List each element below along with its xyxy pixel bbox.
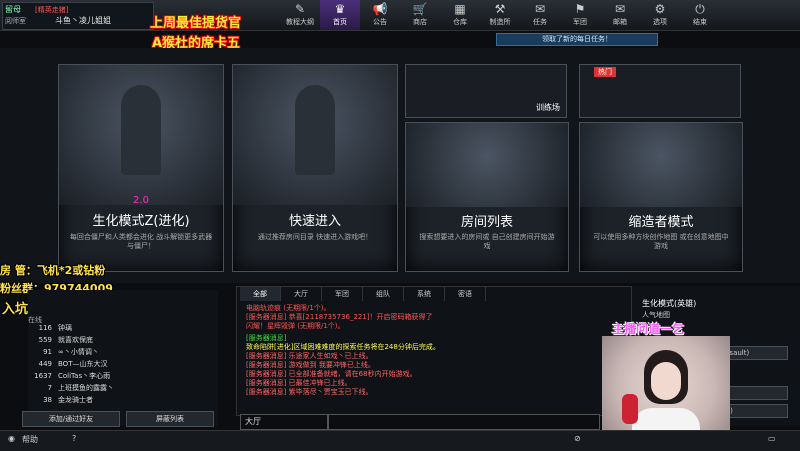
nav-home[interactable]: ♛ 首页 [320,0,360,30]
card-hot-map[interactable]: 热门 [579,64,741,118]
overlay-line1: 上周最佳提货官 [150,16,242,31]
friend-row[interactable]: 7 上班摸鱼的露露丶 [28,382,114,394]
compass-icon[interactable]: ⊘ [574,434,581,443]
card-title: 房间列表 [460,215,513,230]
chat-input[interactable] [328,414,600,430]
card-title: 缩造者模式 [628,215,694,230]
card-zombie-mode[interactable]: 2.0 生化模式Z(进化) 每回合僵尸和人类都会进化 战斗解锁更多武器与僵尸！ [58,64,224,272]
zombie-art [59,65,223,205]
tab-all[interactable]: 全部 [240,287,281,301]
add-friend-button[interactable]: 添加/通过好友 [22,411,120,427]
tab-system[interactable]: 系统 [404,287,445,301]
creator-art [580,123,742,207]
task-icon: ✉ [534,2,546,16]
main-nav: ✎ 教程大纲 ♛ 首页 📢 公告 🛒 商店 ▦ 仓库 ⚒ 制造所 ✉ 任务 ⚑ 军团 ✉ 邮箱 ⚙… [280,0,720,30]
nav-exit[interactable]: ⏻ 结束 [680,0,720,30]
card-title: 快速进入 [288,214,341,229]
player-name: 斗鱼丶凌儿姐姐 [55,16,111,25]
chat-tabs: 全部 大厅 军团 组队 系统 密语 [240,287,486,301]
shop-icon: 🛒 [412,2,428,16]
tab-whisper[interactable]: 密语 [445,287,486,301]
top-bar: 留母 [精英走猪] 斗鱼丶凌儿姐姐 阅师室 ✎ 教程大纲 ♛ 首页 📢 公告 🛒 商店 … [0,0,800,31]
chat-message: [服务器消息] 乐途家人生如戏丶已上线。 [246,352,373,360]
tab-lobby[interactable]: 大厅 [281,287,322,301]
mode-title: 生化模式(英雄) [642,299,697,308]
nav-announcement[interactable]: 📢 公告 [360,0,400,30]
anchor-title: 主播问道一乞 [612,322,685,336]
mail-icon: ✉ [614,2,626,16]
player-rank: 留母 [5,5,21,14]
stream-room-admin: 房 管：飞机*2或钻粉 [0,264,106,277]
friend-row[interactable]: 449 BOT—山东大汉 [28,358,108,370]
player-profile[interactable]: 留母 [精英走猪] 斗鱼丶凌儿姐姐 阅师室 [2,2,154,30]
battery-icon: ▭ [768,434,776,443]
card-desc: 搜索想要进入的房间或 自己创建房间开始游戏 [419,233,555,250]
mode-row[interactable]: ly [720,386,788,400]
book-icon: ✎ [294,2,306,16]
nav-warehouse[interactable]: ▦ 仓库 [440,0,480,30]
card-desc: 可以使用多种方块创作地图 或在创意地图中游戏 [593,233,729,250]
training-label: 训练场 [536,103,560,112]
hot-badge: 热门 [594,67,616,77]
nav-tutorial[interactable]: ✎ 教程大纲 [280,0,320,30]
warehouse-icon: ▦ [454,2,466,16]
soldier-art [233,65,397,205]
army-icon: ⚑ [574,2,586,16]
friend-row[interactable]: 559 就喜欢保底 [28,334,93,346]
power-icon: ⏻ [695,2,705,16]
room-list-art [406,123,568,207]
friend-row[interactable]: 38 金龙骑士者 [28,394,93,406]
nav-task[interactable]: ✉ 任务 [520,0,560,30]
gear-icon: ⚙ [654,2,666,16]
chat-message: 闪耀！星辉毁弹 (无期限/1个)。 [246,322,345,330]
nav-shop[interactable]: 🛒 商店 [400,0,440,30]
card-quick-join[interactable]: 快速进入 通过推荐房间目录 快速进入游戏吧！ [232,64,398,272]
card-room-list[interactable]: 房间列表 搜索想要进入的房间或 自己创建房间开始游戏 [405,122,569,272]
tab-army[interactable]: 军团 [322,287,363,301]
friend-row[interactable]: 116 钟璃 [28,322,72,334]
version-badge: 2.0 [133,195,149,206]
card-training[interactable]: 训练场 [405,64,567,118]
player-sub: 阅师室 [5,17,26,25]
card-desc: 通过推荐房间目录 快速进入游戏吧！ [257,233,373,241]
chat-message: 电脑轨迹痕 (无期限/1个)。 [246,304,331,312]
crown-icon: ♛ [334,2,346,16]
microphone-icon [622,394,638,424]
chat-messages: 电脑轨迹痕 (无期限/1个)。 [服务器消息] 恭喜[2118735736_22… [246,304,630,397]
nav-army[interactable]: ⚑ 军团 [560,0,600,30]
tab-team[interactable]: 组队 [363,287,404,301]
nav-options[interactable]: ⚙ 选项 [640,0,680,30]
chat-message: [服务器消息] [246,334,287,342]
chat-channel-select[interactable]: 大厅 [240,414,328,430]
chat-message: 致命陷阱[进化]区域困难难度的探索任务将在248分钟后完成。 [246,343,440,351]
block-list-button[interactable]: 屏蔽列表 [126,411,214,427]
player-tag: [精英走猪] [35,6,69,14]
megaphone-icon: 📢 [372,2,388,16]
help-label[interactable]: 帮助 [22,434,38,445]
chat-message: [服务器消息] 已全部准备就绪，请在68秒内开始游戏。 [246,370,417,378]
notice-bar[interactable]: 领取了新的每日任务！ [496,33,658,46]
card-creator-mode[interactable]: 缩造者模式 可以使用多种方块创作地图 或在创意地图中游戏 [579,122,743,272]
mode-row[interactable]: Assault) [720,346,788,360]
chat-message: [服务器消息] 恭喜[2118735736_221]！开启密码箱获得了 [246,313,433,321]
nav-factory[interactable]: ⚒ 制造所 [480,0,520,30]
nav-mail[interactable]: ✉ 邮箱 [600,0,640,30]
level-indicator: ? [72,434,77,443]
chat-message: [服务器消息] 游戏做到 我要冲锋已上线。 [246,361,375,369]
card-desc: 每回合僵尸和人类都会进化 战斗解锁更多武器与僵尸！ [69,233,213,250]
mode-map: 人气地图 [642,311,670,319]
chat-message: [服务器消息] 紫毕落尽丶贾宝玉已下线。 [246,388,373,396]
help-icon[interactable]: ◉ [8,434,15,443]
chat-message: [服务器消息] 已最佳冲锋已上线。 [246,379,352,387]
friend-row[interactable]: 91 ∞丶小情调丶 [28,346,99,358]
mode-row[interactable]: ult) [720,404,788,418]
card-title: 生化模式Z(进化) [92,214,190,229]
bottom-bar: ◉ 帮助 ? ⊘ ▭ [0,430,800,451]
factory-icon: ⚒ [494,2,506,16]
friend-row[interactable]: 1637 ColiTas丶李心雨 [28,370,110,382]
